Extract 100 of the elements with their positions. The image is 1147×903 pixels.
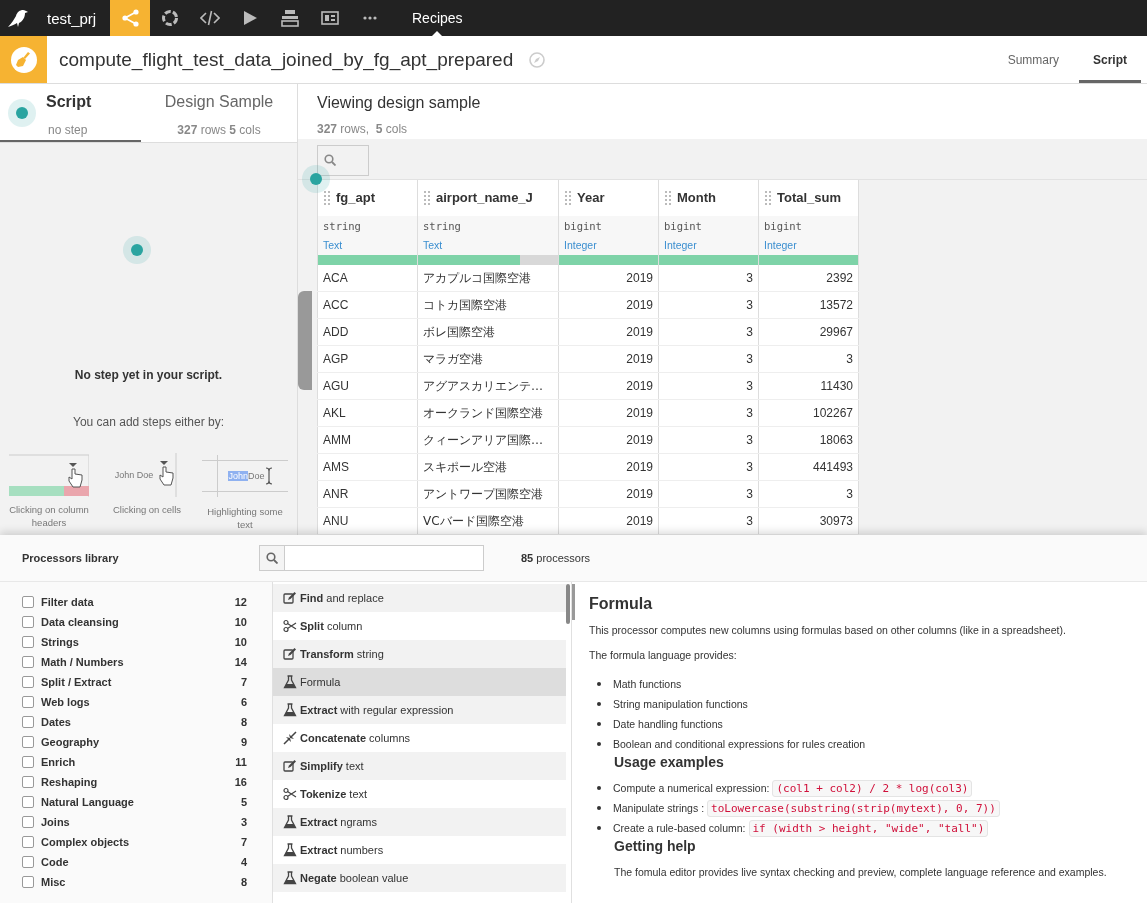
flask-icon: [283, 675, 297, 689]
table-cell: 102267: [758, 399, 859, 427]
table-cell: マラガ空港: [417, 345, 559, 373]
bullet-icon: [597, 682, 601, 686]
column-header[interactable]: fg_apt: [317, 179, 418, 216]
category-label[interactable]: Misc: [41, 876, 241, 888]
category-label[interactable]: Math / Numbers: [41, 656, 235, 668]
category-label[interactable]: Code: [41, 856, 241, 868]
processor-item[interactable]: Find and replace: [273, 584, 566, 612]
checkbox[interactable]: [22, 596, 34, 608]
category-label[interactable]: Web logs: [41, 696, 241, 708]
bullet-icon: [597, 702, 601, 706]
scrollbar-thumb[interactable]: [572, 584, 575, 620]
search-field[interactable]: [259, 545, 484, 571]
hotspot-icon[interactable]: [310, 172, 322, 185]
table-cell: 3: [658, 264, 759, 292]
header-tab[interactable]: Summary: [993, 36, 1073, 83]
table-cell: ボレ国際空港: [417, 318, 559, 346]
splitter-handle[interactable]: [298, 291, 312, 390]
section-title[interactable]: Recipes: [412, 10, 463, 26]
bullet-icon: [597, 806, 601, 810]
category-label[interactable]: Reshaping: [41, 776, 235, 788]
checkbox[interactable]: [22, 876, 34, 888]
table-cell: 3: [758, 345, 859, 373]
category-label[interactable]: Strings: [41, 636, 235, 648]
category-count: 9: [240, 736, 247, 748]
sample-text: Doe: [248, 471, 265, 481]
table-cell: AMS: [317, 453, 418, 481]
column-header[interactable]: airport_name_J: [417, 179, 559, 216]
processor-item[interactable]: Transform string: [273, 640, 566, 668]
recipe-title: compute_flight_test_data_joined_by_fg_apt_prepared: [59, 48, 514, 71]
processor-item[interactable]: Negate boolean value: [273, 864, 566, 892]
feature-text: Boolean and conditional expressions for rules creation: [613, 738, 866, 750]
code-icon: [200, 8, 220, 28]
drag-handle-icon: [565, 191, 571, 206]
checkbox[interactable]: [22, 636, 34, 648]
category-label[interactable]: Dates: [41, 716, 241, 728]
storage-type: bigint: [764, 219, 802, 232]
viewer-title: Viewing design sample: [317, 94, 482, 112]
checkbox[interactable]: [22, 776, 34, 788]
storage-type: string: [423, 219, 461, 232]
checkbox[interactable]: [22, 816, 34, 828]
checkbox[interactable]: [22, 856, 34, 868]
example-text: Manipulate strings :: [613, 802, 705, 814]
processor-item[interactable]: Extract ngrams: [273, 808, 566, 836]
search-field[interactable]: [317, 145, 369, 176]
method-caption: Clicking on cells: [112, 503, 182, 516]
method-caption: Highlighting some text: [206, 505, 284, 531]
column-header[interactable]: Total_sum: [758, 179, 859, 216]
table-cell: 3: [658, 345, 759, 373]
column-header[interactable]: Year: [558, 179, 659, 216]
stack-icon: [280, 8, 300, 28]
category-label[interactable]: Split / Extract: [41, 676, 241, 688]
table-cell: 2019: [558, 480, 659, 508]
storage-type: bigint: [564, 219, 602, 232]
processor-item[interactable]: Formula: [273, 668, 566, 696]
table-cell: ACA: [317, 264, 418, 292]
processor-item[interactable]: Extract with regular expression: [273, 696, 566, 724]
edit-icon: [283, 647, 297, 661]
hotspot-icon[interactable]: [131, 244, 143, 256]
table-cell: 2392: [758, 264, 859, 292]
checkbox[interactable]: [22, 656, 34, 668]
table-cell: ANU: [317, 507, 418, 535]
description-text: The fomula editor provides live syntax checking and preview, complete language reference and examples.: [614, 866, 1108, 878]
category-count: 5: [240, 796, 247, 808]
project-name[interactable]: test_prj: [36, 9, 110, 27]
table-cell: 3: [658, 453, 759, 481]
table-cell: 441493: [758, 453, 859, 481]
checkbox[interactable]: [22, 756, 34, 768]
checkbox[interactable]: [22, 836, 34, 848]
empty-state-hint: You can add steps either by:: [73, 415, 224, 429]
checkbox[interactable]: [22, 796, 34, 808]
category-label[interactable]: Enrich: [41, 756, 236, 768]
checkbox[interactable]: [22, 716, 34, 728]
checkbox[interactable]: [22, 736, 34, 748]
checkbox[interactable]: [22, 676, 34, 688]
category-label[interactable]: Filter data: [41, 596, 235, 608]
search-icon: [266, 552, 278, 564]
category-label[interactable]: Geography: [41, 736, 241, 748]
category-label[interactable]: Data cleansing: [41, 616, 235, 628]
table-cell: AMM: [317, 426, 418, 454]
scrollbar-thumb[interactable]: [566, 584, 570, 624]
code-snippet: if (width > height, "wide", "tall"): [748, 819, 989, 837]
processor-item[interactable]: Simplify text: [273, 752, 566, 780]
code-snippet: (col1 + col2) / 2 * log(col3): [772, 779, 973, 797]
example-text: Compute a numerical expression:: [613, 782, 770, 794]
drag-handle-icon: [665, 191, 671, 206]
merge-icon: [283, 731, 297, 745]
example-text: Create a rule-based column:: [613, 822, 746, 834]
column-header[interactable]: Month: [658, 179, 759, 216]
checkbox[interactable]: [22, 696, 34, 708]
code-snippet: toLowercase(substring(strip(mytext), 0, 7)): [707, 799, 1000, 817]
panel-tab[interactable]: Design Sample 327 rows 5 cols: [141, 84, 297, 142]
processor-title: Formula: [589, 595, 654, 613]
table-cell: 3: [658, 426, 759, 454]
checkbox[interactable]: [22, 616, 34, 628]
more-icon: [363, 16, 377, 20]
category-label[interactable]: Joins: [41, 816, 241, 828]
category-label[interactable]: Complex objects: [41, 836, 241, 848]
category-label[interactable]: Natural Language: [41, 796, 241, 808]
